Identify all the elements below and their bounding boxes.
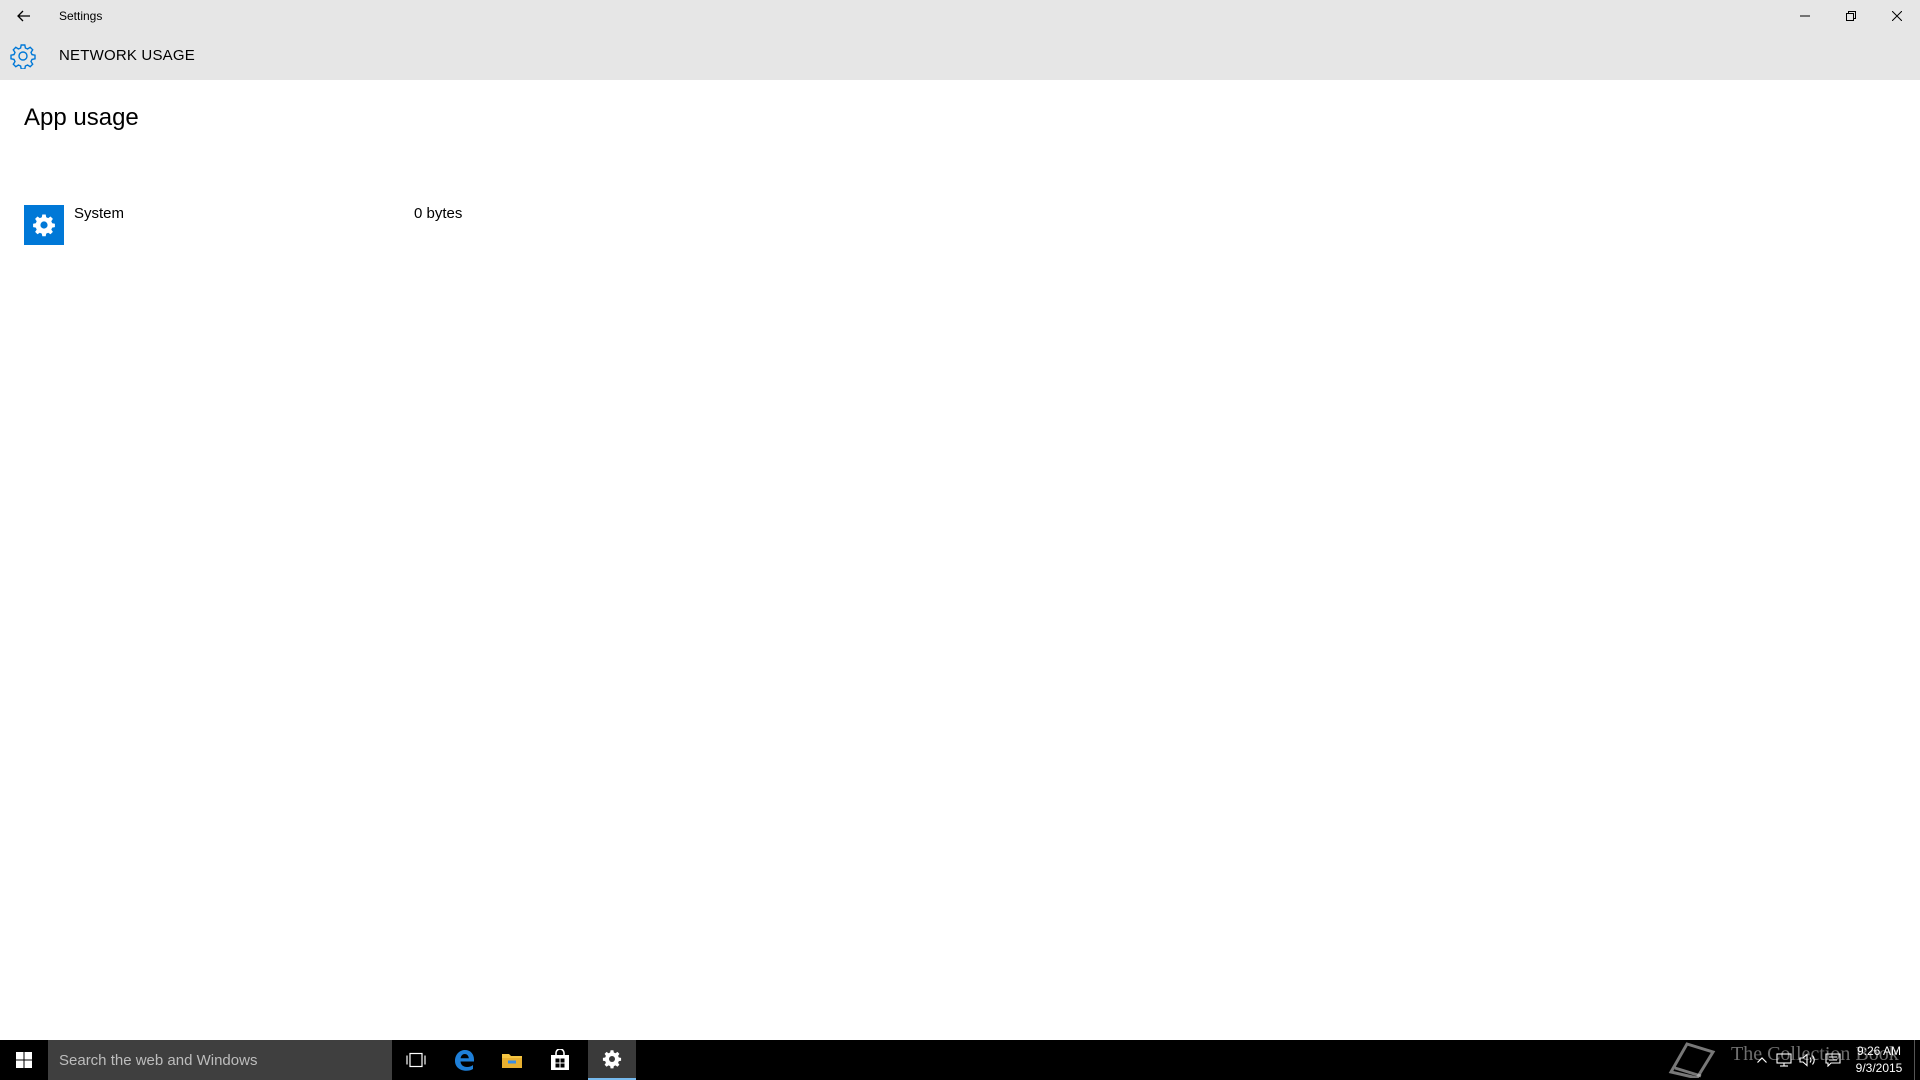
network-tray-button[interactable] [1772,1040,1796,1080]
store-button[interactable] [536,1040,584,1080]
edge-button[interactable] [440,1040,488,1080]
show-desktop-button[interactable] [1914,1040,1920,1080]
title-bar: Settings [0,0,1920,32]
gear-icon [10,44,36,69]
taskbar: The Collection Book 9:26 AM 9/3/2015 [0,1040,1920,1080]
book-icon [1668,1042,1716,1078]
app-name: System [74,205,125,222]
search-box[interactable] [48,1040,392,1080]
section-title: App usage [24,104,139,131]
store-icon [551,1049,569,1070]
close-icon [1892,11,1902,21]
volume-tray-button[interactable] [1796,1040,1820,1080]
clock[interactable]: 9:26 AM 9/3/2015 [1848,1043,1910,1077]
back-button[interactable] [0,0,48,32]
window-controls [1782,0,1920,32]
close-button[interactable] [1874,0,1920,32]
message-icon [1825,1053,1841,1067]
window-title: Settings [59,9,103,23]
task-view-icon [406,1052,426,1068]
settings-icon [602,1050,622,1069]
app-usage-value: 0 bytes [414,205,463,222]
action-center-button[interactable] [1820,1040,1846,1080]
search-input[interactable] [48,1040,392,1080]
file-explorer-button[interactable] [488,1040,536,1080]
main-content: App usage System 0 bytes [0,80,1920,1040]
settings-taskbar-button[interactable] [588,1040,636,1080]
volume-icon [1799,1053,1815,1067]
page-header: NETWORK USAGE [0,32,1920,80]
clock-date: 9/3/2015 [1855,1061,1903,1075]
app-icon [24,205,64,245]
restore-button[interactable] [1828,0,1874,32]
edge-icon [455,1050,474,1071]
task-view-button[interactable] [392,1040,440,1080]
show-hidden-icons-button[interactable] [1752,1040,1772,1080]
restore-icon [1846,11,1856,21]
page-title: NETWORK USAGE [59,47,195,64]
windows-logo-icon [16,1052,32,1068]
minimize-button[interactable] [1782,0,1828,32]
clock-time: 9:26 AM [1856,1044,1902,1058]
chevron-up-icon [1757,1057,1767,1063]
minimize-icon [1800,15,1810,17]
network-icon [1776,1053,1792,1067]
start-button[interactable] [0,1040,48,1080]
list-item[interactable]: System 0 bytes [24,205,484,249]
file-explorer-icon [502,1054,522,1068]
gear-icon [33,214,55,237]
back-arrow-icon [17,10,30,22]
